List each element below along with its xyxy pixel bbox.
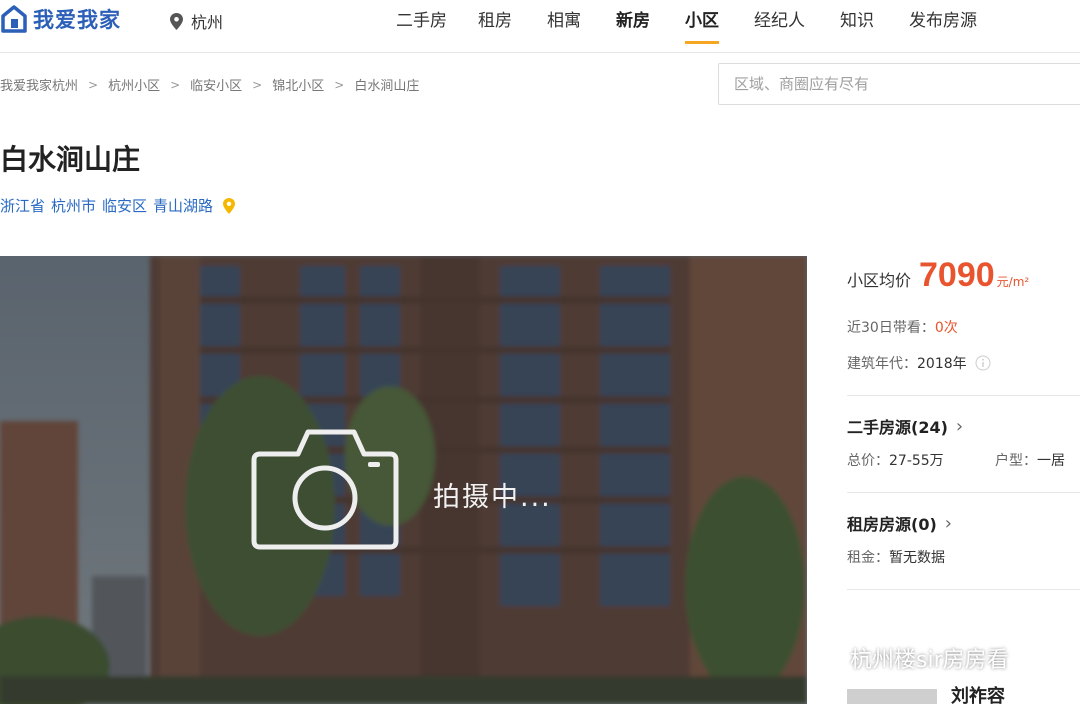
rent-value: 暂无数据 (889, 550, 945, 566)
city-name: 杭州 (191, 13, 224, 32)
breadcrumb-separator: > (252, 77, 263, 92)
logo-text: 我爱我家 (33, 8, 121, 32)
divider (847, 492, 1080, 493)
wechat-watermark: 杭州楼sir房房看 (808, 642, 1009, 674)
info-icon[interactable] (975, 355, 991, 371)
nav-xiangyu[interactable]: 相寓 (547, 6, 581, 40)
rental-title: 租房房源(0) (847, 515, 937, 534)
avg-price-value: 7090 (919, 256, 995, 294)
location-pin-icon (170, 12, 183, 30)
nav-publish[interactable]: 发布房源 (909, 6, 977, 40)
breadcrumb-item[interactable]: 锦北小区 (272, 75, 324, 94)
wechat-icon (808, 644, 841, 670)
address-district[interactable]: 临安区 (102, 195, 147, 216)
chevron-right-icon: › (955, 415, 964, 437)
year-value: 2018年 (917, 356, 967, 372)
breadcrumb-item[interactable]: 临安小区 (190, 75, 242, 94)
nav-new-house[interactable]: 新房 (616, 6, 650, 40)
watermark-text: 杭州楼sir房房看 (850, 648, 1009, 673)
nav-second-hand[interactable]: 二手房 (396, 6, 447, 40)
site-logo[interactable]: 我爱我家 (0, 4, 121, 34)
search-input[interactable] (718, 63, 1080, 105)
rental-details: 租金： 暂无数据 (847, 547, 1080, 567)
visits-row: 近30日带看：0次 (847, 317, 1080, 337)
city-selector[interactable]: 杭州 (170, 9, 223, 33)
total-price-value: 27-55万 (889, 453, 944, 469)
top-header: 我爱我家 杭州 二手房 租房 相寓 新房 小区 经纪人 知识 发布房源 (0, 0, 1080, 53)
avg-price-unit: 元/m² (996, 275, 1030, 289)
photo-status-text: 拍摄中... (433, 482, 552, 513)
visits-value: 0次 (934, 320, 958, 336)
second-hand-details: 总价： 27-55万 户型： 一居 (847, 450, 1080, 470)
avg-price-row: 小区均价 7090 元/m² (847, 256, 1080, 295)
agent-name[interactable]: 刘祚容 (951, 682, 1005, 704)
camera-icon (251, 429, 399, 550)
divider (847, 589, 1080, 590)
rent-label: 租金： (847, 550, 889, 566)
chevron-right-icon: › (944, 512, 952, 534)
layout-label: 户型： (995, 453, 1037, 469)
community-photo[interactable]: 拍摄中... (0, 256, 807, 704)
nav-agent[interactable]: 经纪人 (754, 6, 805, 40)
avg-price-label: 小区均价 (847, 271, 912, 290)
house-logo-icon (1, 5, 27, 33)
breadcrumb-current: 白水涧山庄 (354, 79, 420, 94)
second-hand-title: 二手房源(24) (847, 418, 948, 437)
year-row: 建筑年代： 2018年 (847, 353, 1080, 373)
nav-knowledge[interactable]: 知识 (840, 6, 874, 40)
address-road[interactable]: 青山湖路 (153, 195, 213, 216)
info-panel: 小区均价 7090 元/m² 近30日带看：0次 建筑年代： 2018年 二手房源… (847, 256, 1080, 704)
map-pin-icon[interactable] (223, 197, 236, 214)
photo-dim-overlay (0, 256, 807, 704)
page-title: 白水涧山庄 (0, 143, 141, 176)
address-city[interactable]: 杭州市 (51, 195, 96, 216)
layout-value: 一居 (1037, 453, 1065, 469)
address-province[interactable]: 浙江省 (0, 195, 45, 216)
address-links: 浙江省 杭州市 临安区 青山湖路 (0, 195, 236, 216)
nav-community[interactable]: 小区 (685, 6, 719, 44)
agent-avatar[interactable] (847, 689, 937, 704)
breadcrumb-item[interactable]: 杭州小区 (108, 75, 160, 94)
rental-link[interactable]: 租房房源(0) › (847, 511, 1080, 535)
second-hand-link[interactable]: 二手房源(24) › (847, 414, 1080, 438)
breadcrumb-item[interactable]: 我爱我家杭州 (0, 75, 78, 94)
divider (847, 395, 1080, 396)
breadcrumb-separator: > (170, 77, 181, 92)
breadcrumb-separator: > (334, 77, 345, 92)
breadcrumb: 我爱我家杭州 > 杭州小区 > 临安小区 > 锦北小区 > 白水涧山庄 (0, 75, 420, 95)
main-nav: 二手房 租房 相寓 新房 小区 经纪人 知识 发布房源 (396, 6, 977, 44)
visits-label: 近30日带看： (847, 320, 935, 336)
breadcrumb-separator: > (88, 77, 99, 92)
year-label: 建筑年代： (847, 356, 917, 372)
nav-rent[interactable]: 租房 (478, 6, 512, 40)
total-price-label: 总价： (847, 453, 889, 469)
